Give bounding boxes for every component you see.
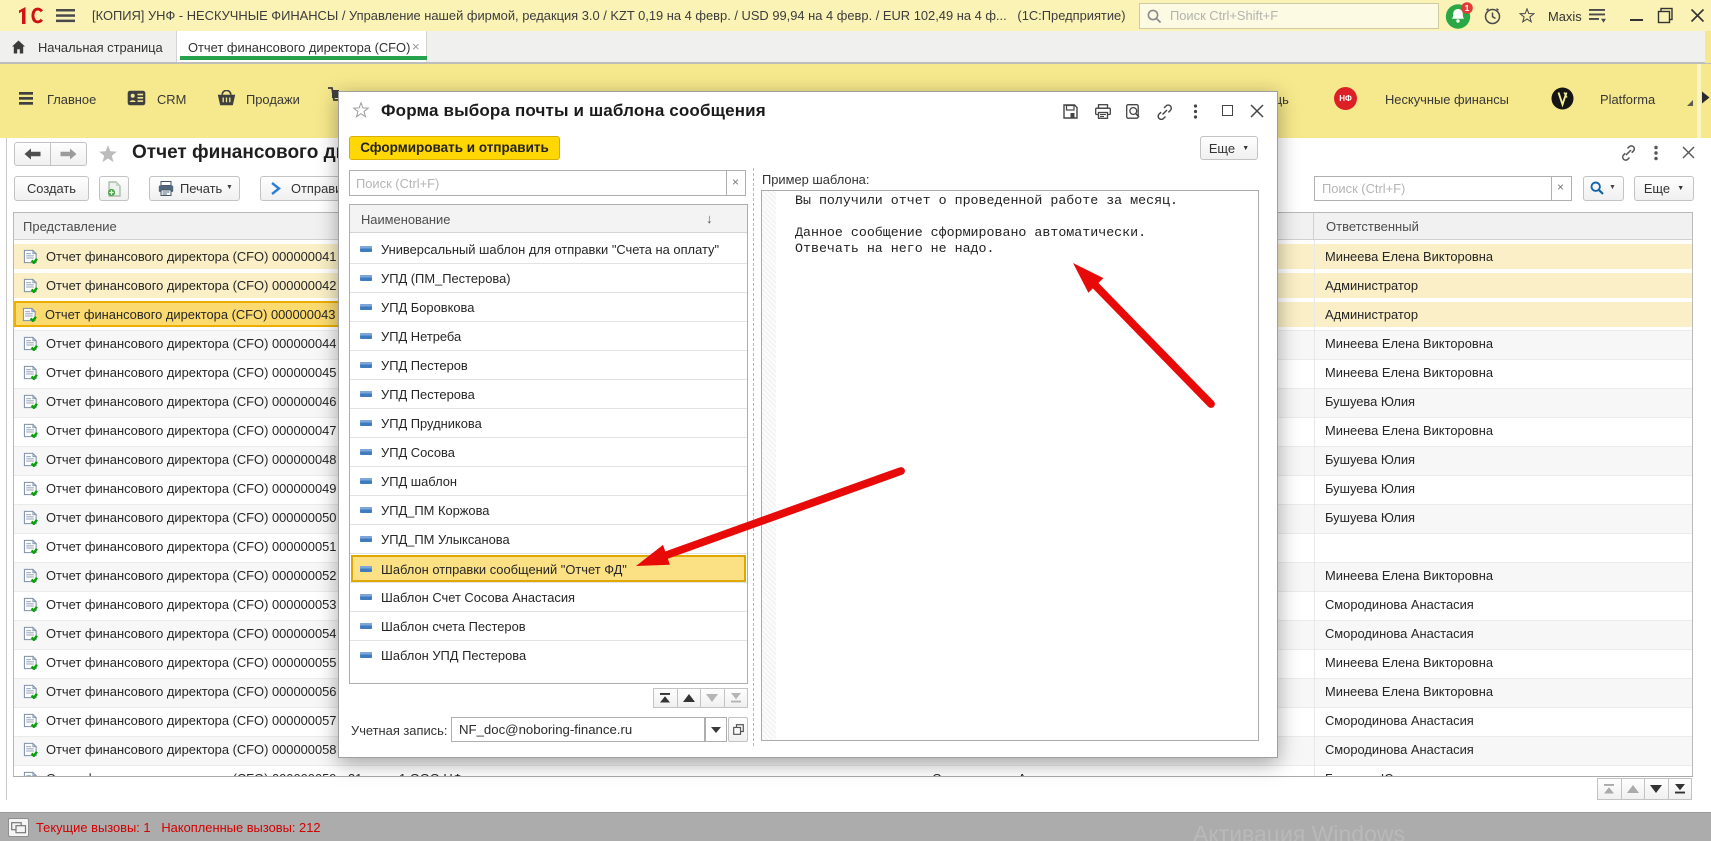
svg-text:1: 1 bbox=[1465, 3, 1470, 13]
